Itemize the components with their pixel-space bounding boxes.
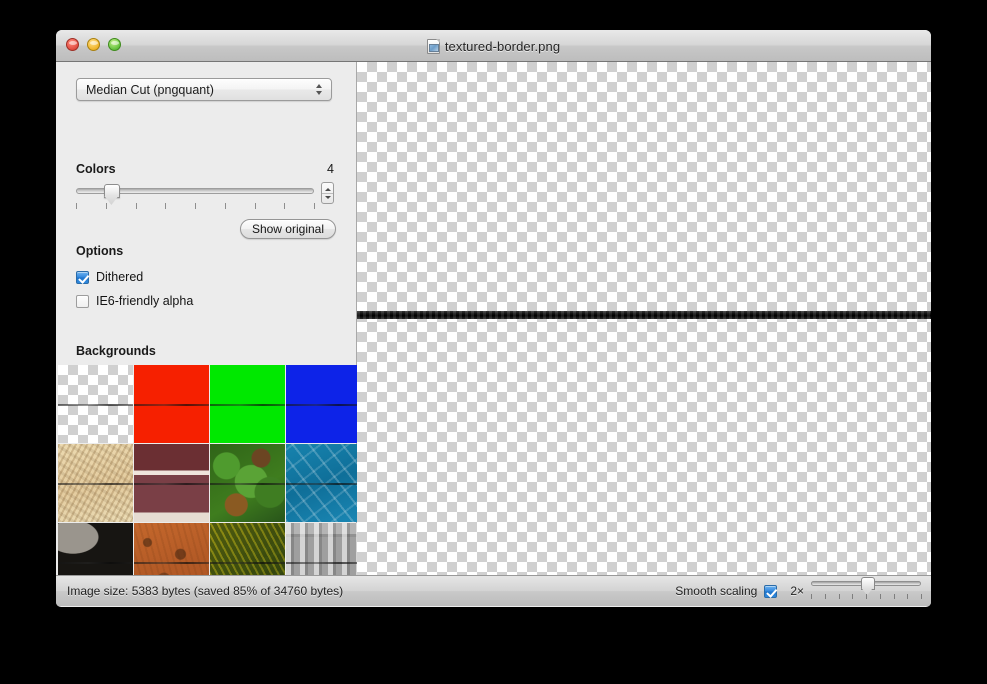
zoom-slider-tick — [852, 593, 854, 599]
zoom-slider-tick — [824, 593, 826, 599]
swatch-preview-line — [286, 404, 361, 406]
zoom-slider-tick — [866, 593, 867, 599]
background-swatch-brick-red-texture[interactable] — [134, 444, 209, 522]
ie6-friendly-alpha-checkbox[interactable] — [76, 294, 89, 308]
colors-value: 4 — [327, 162, 334, 176]
zoom-slider-thumb[interactable] — [861, 576, 876, 590]
background-swatch-transparent-checker[interactable] — [58, 365, 133, 443]
option-dithered-row[interactable]: Dithered — [76, 270, 143, 284]
show-original-button[interactable]: Show original — [239, 219, 336, 239]
stepper-decrement-icon[interactable] — [324, 195, 331, 199]
swatch-preview-line — [210, 483, 285, 485]
zoom-slider-ticks — [811, 593, 922, 602]
colors-stepper[interactable] — [321, 182, 334, 204]
backgrounds-swatch-grid — [58, 365, 361, 601]
zoom-slider[interactable] — [811, 576, 922, 602]
dithered-checkbox[interactable] — [76, 270, 89, 284]
swatch-preview-line — [210, 404, 285, 406]
swatch-preview-line — [134, 483, 209, 485]
slider-tick — [76, 203, 77, 209]
status-bar: Image size: 5383 bytes (saved 85% of 347… — [56, 575, 931, 606]
image-size-status: Image size: 5383 bytes (saved 85% of 347… — [67, 584, 344, 598]
smooth-scaling-label: Smooth scaling — [675, 584, 758, 598]
quantizer-dropdown[interactable]: Median Cut (pngquant) — [76, 78, 332, 101]
zoom-slider-tick — [811, 593, 812, 599]
colors-heading: Colors — [76, 162, 116, 176]
background-swatch-cyan-ice-texture[interactable] — [286, 444, 361, 522]
status-bar-controls: Smooth scaling 2× — [675, 576, 922, 602]
screen: textured-border.png Median Cut (pngquant… — [0, 0, 987, 684]
background-swatch-blue[interactable] — [286, 365, 361, 443]
zoom-slider-tick — [893, 593, 895, 599]
stepper-increment-icon[interactable] — [324, 187, 331, 191]
swatch-preview-line — [58, 483, 133, 485]
swatch-preview-line — [58, 562, 133, 564]
background-swatch-sand-texture[interactable] — [58, 444, 133, 522]
png-document-icon — [426, 38, 440, 54]
dithered-label: Dithered — [96, 270, 144, 284]
chevron-updown-icon — [310, 84, 328, 95]
window-titlebar[interactable]: textured-border.png — [56, 30, 931, 62]
slider-tick — [135, 203, 137, 209]
window-title: textured-border.png — [444, 38, 561, 54]
zoom-slider-tick — [907, 593, 909, 599]
zoom-slider-tick — [879, 593, 881, 599]
colors-slider-track[interactable] — [76, 184, 314, 198]
swatch-preview-line — [58, 404, 133, 406]
zoom-level-label: 2× — [790, 584, 804, 598]
colors-slider-ticks — [76, 203, 315, 215]
swatch-preview-line — [134, 404, 209, 406]
colors-slider[interactable] — [76, 184, 315, 215]
zoom-slider-track[interactable] — [811, 576, 921, 590]
smooth-scaling-checkbox[interactable] — [764, 584, 778, 598]
slider-tick — [224, 203, 226, 209]
stepper-divider — [322, 192, 333, 194]
background-swatch-green-leaves-texture[interactable] — [210, 444, 285, 522]
colors-slider-thumb[interactable] — [104, 184, 121, 198]
backgrounds-heading: Backgrounds — [76, 344, 156, 358]
swatch-preview-line — [286, 483, 361, 485]
swatch-preview-line — [210, 562, 285, 564]
quantizer-selected-label: Median Cut (pngquant) — [86, 82, 214, 97]
application-window: textured-border.png Median Cut (pngquant… — [56, 30, 931, 607]
ie6-friendly-alpha-label: IE6-friendly alpha — [96, 294, 194, 308]
slider-tick — [284, 203, 286, 209]
slider-tick — [105, 203, 107, 209]
slider-tick — [195, 203, 196, 209]
slider-tick — [314, 203, 315, 209]
slider-tick — [165, 203, 167, 209]
window-title-group: textured-border.png — [56, 30, 931, 62]
slider-tick — [254, 203, 256, 209]
swatch-preview-line — [286, 562, 361, 564]
image-preview-canvas[interactable] — [357, 62, 931, 575]
swatch-preview-line — [134, 562, 209, 564]
zoom-slider-tick — [921, 593, 922, 599]
zoom-slider-tick — [838, 593, 840, 599]
options-heading: Options — [76, 244, 124, 258]
background-swatch-green[interactable] — [210, 365, 285, 443]
settings-sidebar: Median Cut (pngquant) Colors 4 Show orig… — [56, 62, 361, 601]
option-ie6-alpha-row[interactable]: IE6-friendly alpha — [76, 294, 193, 308]
window-body: Median Cut (pngquant) Colors 4 Show orig… — [56, 62, 931, 601]
preview-image-content — [357, 311, 931, 319]
background-swatch-red[interactable] — [134, 365, 209, 443]
